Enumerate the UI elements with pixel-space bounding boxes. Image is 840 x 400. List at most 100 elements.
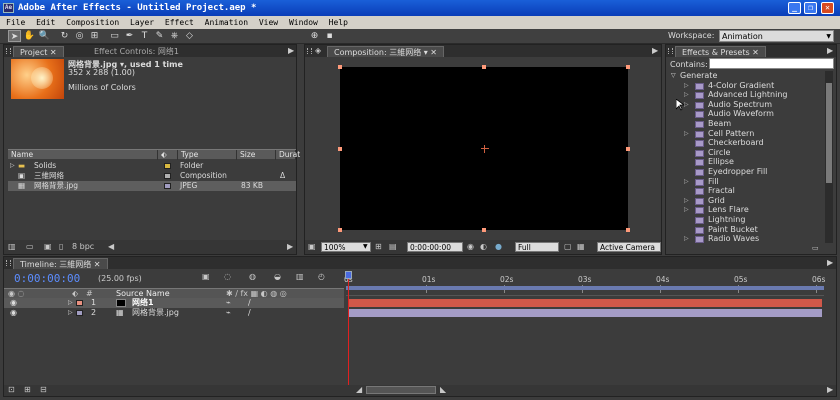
composition-viewer[interactable] (338, 65, 630, 232)
panel-grip[interactable] (6, 260, 11, 266)
brush-tool-icon[interactable]: ✎ (153, 30, 166, 42)
panel-grip[interactable] (307, 48, 312, 54)
project-item-solids[interactable]: ▷ ▬ Solids Folder (8, 161, 296, 171)
quality-switch-icon[interactable]: ∕ (248, 308, 251, 318)
layer-row-2[interactable]: ◉ ▷ 2 ▦ 网格背景.jpg ⌁ ∕ (4, 308, 344, 318)
effect-item[interactable]: Circle (668, 148, 824, 158)
expand-triangle-icon[interactable]: ▷ (684, 81, 689, 91)
transform-handle[interactable] (626, 65, 630, 69)
menu-layer[interactable]: Layer (130, 18, 154, 27)
tab-composition[interactable]: Composition: 三維网络 ▾ ✕ (327, 46, 445, 57)
trash-icon[interactable]: ▯ (59, 242, 63, 251)
region-of-interest-icon[interactable]: ▢ (564, 242, 572, 251)
layer-row-1[interactable]: ◉ ▷ 1 网络1 ⌁ ∕ (4, 298, 344, 308)
label-column-icon[interactable]: ⬖ (72, 289, 78, 298)
effect-item[interactable]: Audio Waveform (668, 109, 824, 119)
category-generate[interactable]: ▽ Generate (668, 71, 824, 81)
transform-handle[interactable] (626, 147, 630, 151)
transform-handle[interactable] (338, 147, 342, 151)
toggle-modes-icon[interactable]: ⊞ (24, 385, 31, 394)
effect-item[interactable]: ▷ Audio Spectrum (668, 100, 824, 110)
effect-item[interactable]: ▷ Fill (668, 177, 824, 187)
expand-triangle-icon[interactable]: ▷ (684, 90, 689, 100)
transform-handle[interactable] (338, 65, 342, 69)
layer-name[interactable]: 网格背景.jpg (132, 308, 179, 318)
effect-item[interactable]: ▷ 4-Color Gradient (668, 81, 824, 91)
effect-item[interactable]: ▷ Advanced Lightning (668, 90, 824, 100)
pen-tool-icon[interactable]: ✒ (123, 30, 136, 42)
effects-scrollbar[interactable] (825, 71, 833, 243)
quality-switch-icon[interactable]: ∕ (248, 298, 251, 308)
clone-stamp-tool-icon[interactable]: ⎈ (168, 30, 181, 42)
draft-3d-icon[interactable]: ◍ (249, 272, 256, 281)
shy-switch-icon[interactable]: ⌁ (226, 298, 231, 308)
zoom-out-icon[interactable]: ◢ (356, 385, 362, 394)
project-item-composition[interactable]: ▣ 三維网络 Composition Δ (8, 171, 296, 181)
menu-animation[interactable]: Animation (205, 18, 248, 27)
world-axis-icon[interactable]: ▪ (323, 30, 336, 42)
live-update-icon[interactable]: ◌ (224, 272, 231, 281)
layer-bar-2[interactable] (348, 309, 822, 317)
effect-item[interactable]: Paint Bucket (668, 225, 824, 235)
interpret-footage-icon[interactable]: ▥ (8, 242, 16, 251)
tab-timeline[interactable]: Timeline: 三維网络 ✕ (13, 258, 108, 269)
snapshot-icon[interactable]: ◉ (467, 242, 474, 251)
effect-item[interactable]: Lightning (668, 215, 824, 225)
toggle-switches-icon[interactable]: ⊡ (8, 385, 15, 394)
panel-grip[interactable] (668, 48, 673, 54)
effect-item[interactable]: Beam (668, 119, 824, 129)
effect-item[interactable]: Fractal (668, 186, 824, 196)
expand-triangle-icon[interactable]: ▷ (10, 161, 15, 171)
new-comp-icon[interactable]: ▣ (44, 242, 52, 251)
scroll-left-icon[interactable]: ◀ (108, 242, 114, 251)
expand-triangle-icon[interactable]: ▷ (684, 177, 689, 187)
menu-edit[interactable]: Edit (36, 18, 55, 27)
channel-icon[interactable]: ● (495, 242, 502, 251)
expand-triangle-icon[interactable]: ▷ (68, 308, 73, 318)
menu-effect[interactable]: Effect (165, 18, 194, 27)
effect-item[interactable]: ▷ Radio Waves (668, 234, 824, 243)
column-size[interactable]: Size (237, 150, 276, 160)
effects-search-input[interactable] (709, 58, 834, 69)
panel-grip[interactable] (6, 48, 11, 54)
always-preview-icon[interactable]: ▣ (308, 242, 316, 251)
menu-help[interactable]: Help (329, 18, 348, 27)
anchor-point-icon[interactable] (481, 145, 489, 153)
scroll-thumb[interactable] (826, 83, 832, 183)
expand-triangle-icon[interactable]: ▷ (684, 196, 689, 206)
pan-behind-tool-icon[interactable]: ⊞ (88, 30, 101, 42)
expand-triangle-icon[interactable]: ▷ (684, 205, 689, 215)
label-swatch[interactable] (76, 300, 83, 306)
camera-tool-icon[interactable]: ◎ (73, 30, 86, 42)
panel-menu-icon[interactable]: ▶ (827, 258, 833, 267)
layer-bar-1[interactable] (348, 299, 822, 307)
transform-handle[interactable] (482, 65, 486, 69)
toggle-in-out-icon[interactable]: ⊟ (40, 385, 47, 394)
zoom-slider[interactable] (366, 386, 436, 394)
expand-triangle-icon[interactable]: ▷ (684, 234, 689, 243)
resolution-dropdown[interactable]: Full (515, 242, 559, 252)
column-name[interactable]: Name (8, 150, 158, 160)
panel-menu-icon[interactable]: ▶ (652, 46, 658, 55)
zoom-in-icon[interactable]: ◣ (440, 385, 446, 394)
menu-file[interactable]: File (6, 18, 25, 27)
frame-blending-icon[interactable]: ▥ (296, 272, 304, 281)
label-swatch[interactable] (76, 310, 83, 316)
rotate-tool-icon[interactable]: ↻ (58, 30, 71, 42)
tab-project[interactable]: Project ✕ (13, 46, 64, 57)
minimize-button[interactable]: _ (788, 2, 801, 14)
panel-menu-icon[interactable]: ▶ (827, 46, 833, 55)
close-button[interactable]: ✕ (821, 2, 834, 14)
hand-tool-icon[interactable]: ✋ (23, 30, 36, 42)
chevron-down-icon[interactable]: ▽ (671, 71, 676, 81)
effect-item[interactable]: ▷ Grid (668, 196, 824, 206)
new-folder-icon[interactable]: ▭ (26, 242, 34, 251)
zoom-tool-icon[interactable]: 🔍 (38, 30, 51, 42)
expand-triangle-icon[interactable]: ▷ (684, 100, 689, 110)
scroll-right-icon[interactable]: ▶ (287, 242, 293, 251)
column-duration[interactable]: Durat (276, 150, 300, 160)
project-item-jpeg[interactable]: ▦ 网格背景.jpg JPEG 83 KB (8, 181, 296, 191)
safe-zones-icon[interactable]: ⊞ (375, 242, 382, 251)
effect-item[interactable]: ▷ Lens Flare (668, 205, 824, 215)
menu-composition[interactable]: Composition (66, 18, 119, 27)
